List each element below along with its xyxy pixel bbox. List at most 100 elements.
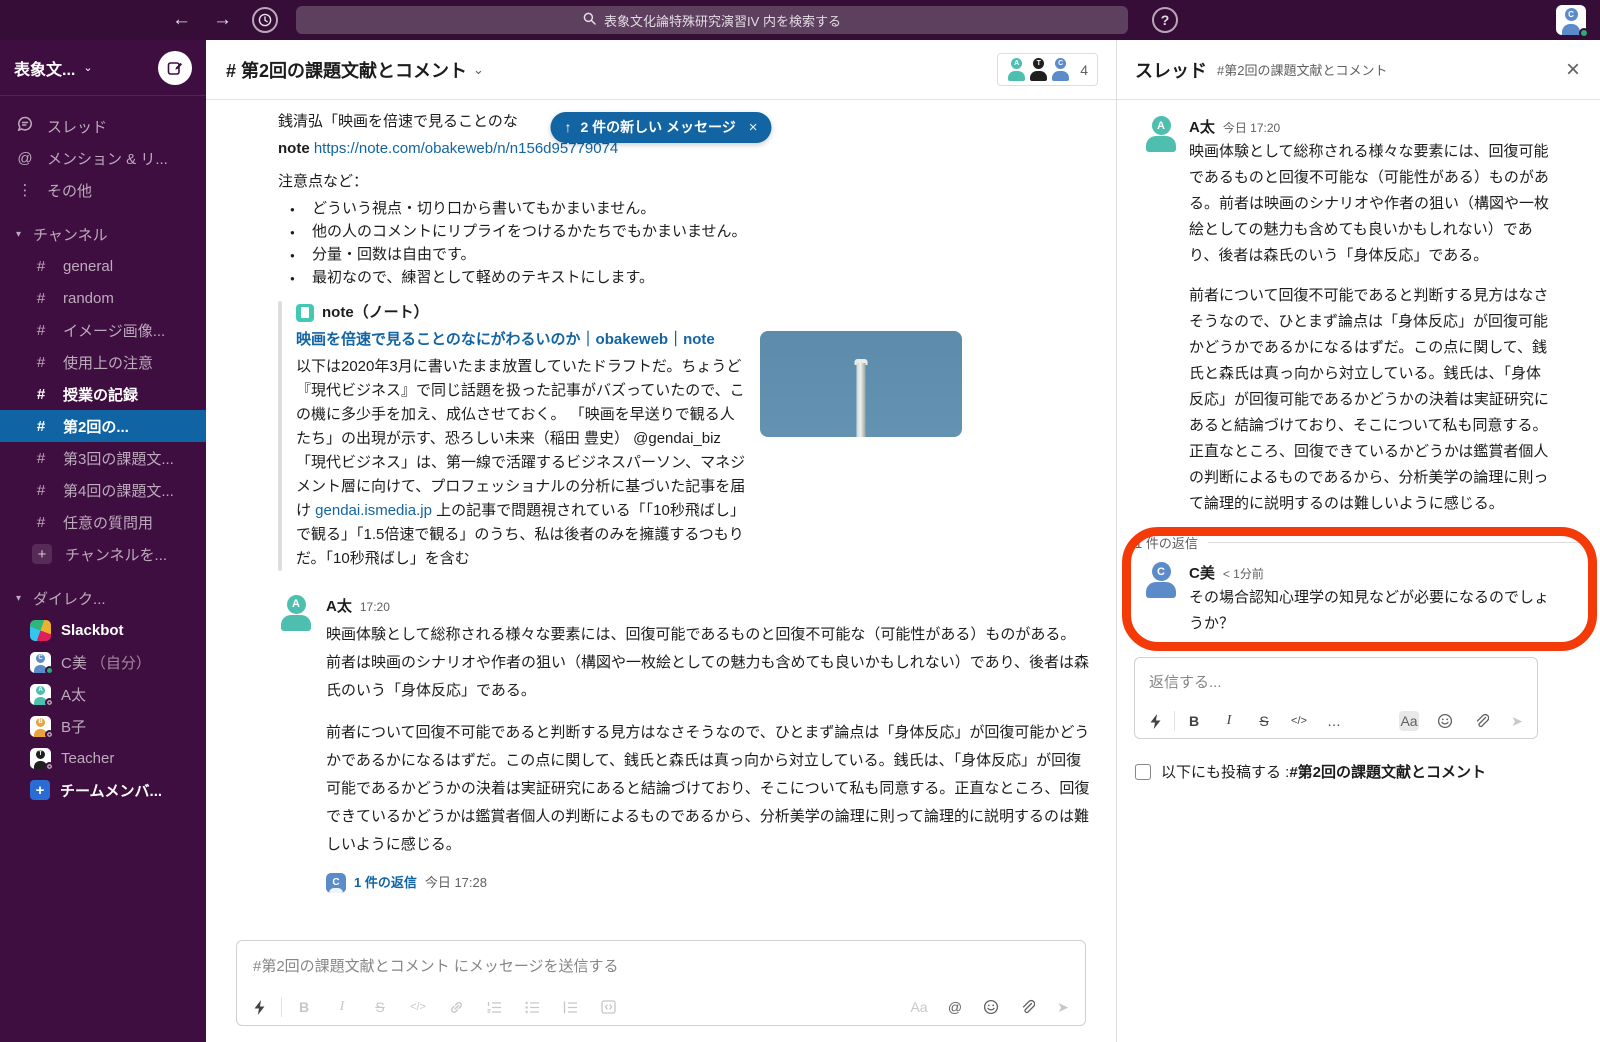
avatar[interactable]: A: [1143, 116, 1179, 152]
message-timestamp[interactable]: < 1分前: [1223, 565, 1264, 582]
divider: [281, 997, 282, 1017]
dm-label: Slackbot: [61, 622, 124, 639]
thread-reply-bar[interactable]: C 1 件の返信 今日 17:28: [326, 871, 1090, 894]
dms-section-header[interactable]: ▾ ダイレク...: [0, 582, 206, 614]
bullet-item: どういう視点・切り口から書いてもかまいません。: [278, 197, 1090, 220]
history-icon[interactable]: [252, 7, 278, 33]
thread-channel-name[interactable]: #第2回の課題文献とコメント: [1217, 60, 1387, 79]
avatar: A: [30, 684, 51, 705]
gendai-link[interactable]: gendai.ismedia.jp: [315, 502, 432, 519]
new-messages-pill[interactable]: ↑ 2 件の新しい メッセージ ×: [550, 112, 771, 143]
message-text: 前者について回復不可能であると判断する見方はなさそうなので、ひとまず論点は「身体…: [326, 719, 1090, 859]
code-block-icon[interactable]: [598, 997, 618, 1017]
sidebar-channel-images[interactable]: #イメージ画像...: [0, 314, 206, 346]
thread-body: A A太 今日 17:20 映画体験として総称される様々な要素には、回復可能であ…: [1117, 100, 1600, 1042]
emoji-icon[interactable]: [1435, 711, 1455, 731]
thread-replies-link[interactable]: 1 件の返信: [354, 871, 417, 894]
search-input[interactable]: 表象文化論特殊研究演習IV 内を検索する: [296, 6, 1128, 34]
sidebar-channel-random[interactable]: #random: [0, 282, 206, 314]
help-icon[interactable]: ?: [1152, 7, 1178, 33]
message-timestamp[interactable]: 今日 17:20: [1223, 119, 1280, 136]
back-icon[interactable]: ←: [172, 9, 191, 31]
sidebar-channel-usage-notes[interactable]: #使用上の注意: [0, 346, 206, 378]
sidebar-item-more[interactable]: ⋮ その他: [0, 174, 206, 206]
avatar: B: [30, 716, 51, 737]
replier-avatar: C: [326, 873, 346, 893]
blockquote-icon[interactable]: [560, 997, 580, 1017]
presence-online-icon: [45, 666, 54, 675]
sidebar-item-mentions[interactable]: @ メンション & リ...: [0, 142, 206, 174]
hash-icon: #: [32, 418, 50, 435]
add-channel-button[interactable]: +チャンネルを...: [0, 538, 206, 570]
italic-icon[interactable]: I: [332, 997, 352, 1017]
ordered-list-icon[interactable]: [484, 997, 504, 1017]
bold-icon[interactable]: B: [294, 997, 314, 1017]
dm-bko[interactable]: B B子: [0, 710, 206, 742]
link-icon[interactable]: [446, 997, 466, 1017]
bullet-list-icon[interactable]: [522, 997, 542, 1017]
message-author[interactable]: A太: [326, 595, 352, 618]
also-send-checkbox[interactable]: [1135, 764, 1151, 780]
emoji-icon[interactable]: [981, 997, 1001, 1017]
preview-site-row: note（ノート）: [296, 301, 748, 324]
user-avatar[interactable]: C: [1556, 5, 1586, 35]
dm-teacher[interactable]: T Teacher: [0, 742, 206, 774]
more-formatting-icon[interactable]: …: [1324, 711, 1344, 731]
attach-icon[interactable]: [1017, 997, 1037, 1017]
code-icon[interactable]: </>: [408, 997, 428, 1017]
sidebar-channel-questions[interactable]: #任意の質問用: [0, 506, 206, 538]
sidebar-channel-session4[interactable]: #第4回の課題文...: [0, 474, 206, 506]
channel-title[interactable]: # 第2回の課題文献とコメント: [226, 57, 467, 83]
send-icon[interactable]: ➤: [1053, 997, 1073, 1017]
strikethrough-icon[interactable]: S: [370, 997, 390, 1017]
channels-section-header[interactable]: ▾ チャンネル: [0, 218, 206, 250]
mention-icon[interactable]: @: [945, 997, 965, 1017]
channel-members-button[interactable]: A T C 4: [997, 53, 1098, 86]
sidebar-channel-session2-selected[interactable]: #第2回の...: [0, 410, 206, 442]
channel-label: イメージ画像...: [63, 320, 165, 341]
sidebar-channel-class-record[interactable]: #授業の記録: [0, 378, 206, 410]
shortcuts-lightning-icon[interactable]: [249, 997, 269, 1017]
also-send-channel[interactable]: #第2回の課題文献とコメント: [1289, 764, 1486, 781]
message-author[interactable]: C美: [1189, 562, 1215, 583]
italic-icon[interactable]: I: [1219, 711, 1239, 731]
sidebar-item-threads[interactable]: スレッド: [0, 110, 206, 142]
format-toggle-icon[interactable]: Aa: [909, 997, 929, 1017]
shortcuts-lightning-icon[interactable]: [1145, 711, 1165, 731]
forward-icon[interactable]: →: [213, 9, 232, 31]
sidebar-channel-general[interactable]: #general: [0, 250, 206, 282]
close-icon[interactable]: ×: [1566, 58, 1580, 82]
bold-icon[interactable]: B: [1184, 711, 1204, 731]
preview-thumbnail-image[interactable]: [760, 331, 962, 437]
workspace-header[interactable]: 表象文... ⌄: [0, 40, 206, 96]
message-bullet-list: どういう視点・切り口から書いてもかまいません。 他の人のコメントにリプライをつけ…: [278, 197, 1090, 289]
code-icon[interactable]: </>: [1289, 711, 1309, 731]
compose-button[interactable]: [158, 51, 192, 85]
message-composer[interactable]: #第2回の課題文献とコメント にメッセージを送信する B I S </> Aa: [236, 940, 1086, 1026]
new-messages-label: 2 件の新しい メッセージ: [580, 116, 735, 139]
message-ata: A A太 17:20 映画体験として総称される様々な要素には、回復可能であるもの…: [278, 595, 1090, 894]
chevron-down-icon: ⌄: [83, 61, 92, 74]
avatar[interactable]: A: [278, 595, 314, 631]
message-author[interactable]: A太: [1189, 116, 1215, 137]
avatar[interactable]: C: [1143, 562, 1179, 598]
channel-label: 第4回の課題文...: [63, 480, 174, 501]
add-team-member-button[interactable]: + チームメンバ...: [0, 774, 206, 806]
message-text: 前者について回復不可能であると判断する見方はなさそうなので、ひとまず論点は「身体…: [1189, 283, 1552, 517]
format-toggle-icon[interactable]: Aa: [1399, 711, 1419, 731]
workspace-name: 表象文...: [14, 56, 75, 80]
dm-ata[interactable]: A A太: [0, 678, 206, 710]
hash-icon: #: [32, 258, 50, 275]
hash-icon: #: [32, 450, 50, 467]
dm-cmi-self[interactable]: C C美（自分）: [0, 646, 206, 678]
thread-reply-composer[interactable]: 返信する... B I S </> … Aa ➤: [1134, 657, 1538, 739]
sidebar-channel-session3[interactable]: #第3回の課題文...: [0, 442, 206, 474]
close-icon[interactable]: ×: [749, 116, 758, 139]
preview-title-link[interactable]: 映画を倍速で見ることのなにがわるいのか｜obakeweb｜note: [296, 328, 748, 351]
message-timestamp[interactable]: 17:20: [360, 596, 390, 619]
attach-icon[interactable]: [1471, 711, 1491, 731]
composer-toolbar: B I S </> Aa @ ➤: [249, 997, 1073, 1017]
send-icon[interactable]: ➤: [1507, 711, 1527, 731]
strikethrough-icon[interactable]: S: [1254, 711, 1274, 731]
dm-slackbot[interactable]: Slackbot: [0, 614, 206, 646]
